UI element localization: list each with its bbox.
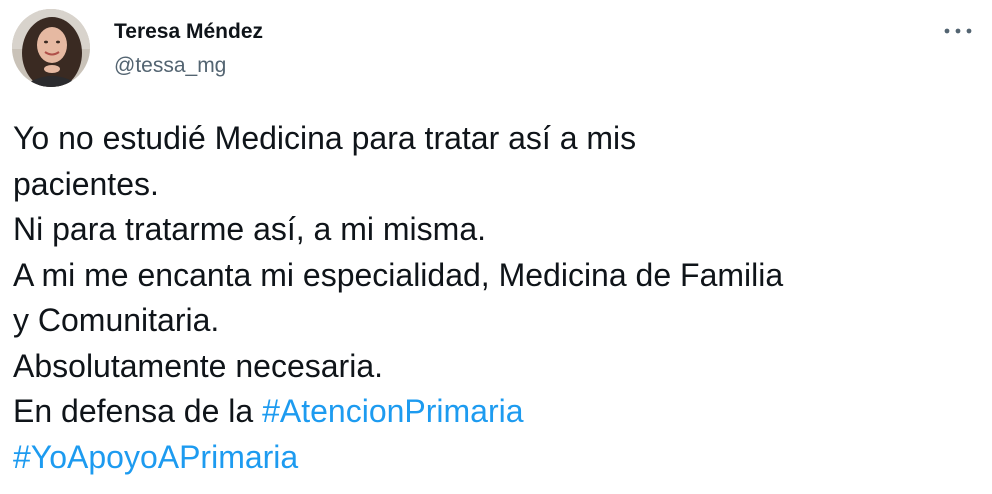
tweet-line: pacientes. bbox=[13, 165, 159, 202]
tweet-text: Yo no estudié Medicina para tratar así a… bbox=[13, 116, 983, 480]
more-horizontal-icon bbox=[944, 28, 972, 34]
tweet-line-text: En defensa de la bbox=[13, 393, 263, 429]
tweet-line: Ni para tratarme así, a mi misma. bbox=[13, 211, 486, 247]
author-name[interactable]: Teresa Méndez bbox=[114, 17, 263, 47]
tweet-card: Teresa Méndez @tessa_mg Yo no estudié Me… bbox=[0, 0, 992, 494]
tweet-line: A mi me encanta mi especialidad, Medicin… bbox=[13, 256, 784, 293]
tweet-line: #YoApoyoAPrimaria bbox=[13, 435, 983, 481]
hashtag-link-yoapoyoaprimaria[interactable]: #YoApoyoAPrimaria bbox=[13, 439, 298, 475]
tweet-line: Yo no estudié Medicina para tratar así a… bbox=[13, 120, 637, 156]
tweet-line: y Comunitaria. bbox=[13, 302, 220, 338]
avatar[interactable] bbox=[12, 9, 90, 87]
author-info: Teresa Méndez @tessa_mg bbox=[114, 17, 263, 81]
more-options-button[interactable] bbox=[936, 16, 980, 46]
profile-photo-icon bbox=[12, 9, 90, 87]
tweet-line: Absolutamente necesaria. bbox=[13, 347, 383, 384]
tweet-line: En defensa de la #AtencionPrimaria bbox=[13, 389, 983, 435]
hashtag-link-atencionprimaria[interactable]: #AtencionPrimaria bbox=[262, 393, 523, 429]
author-handle[interactable]: @tessa_mg bbox=[114, 51, 263, 81]
